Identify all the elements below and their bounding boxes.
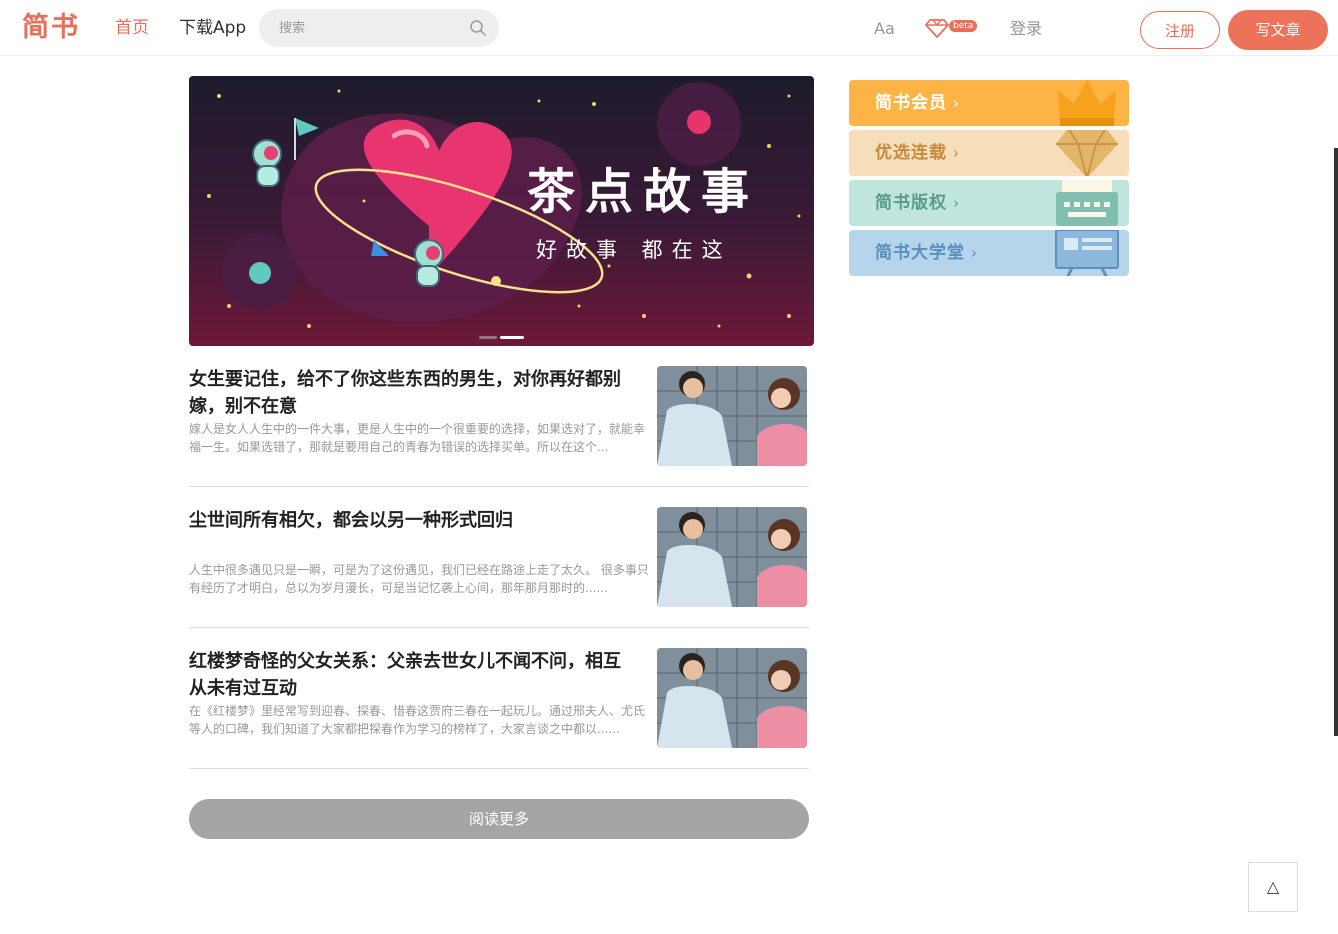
typewriter-icon — [1056, 180, 1118, 226]
banner-title: 茶点故事 — [527, 164, 760, 220]
search-icon[interactable] — [469, 19, 487, 37]
carousel-dot-active[interactable] — [500, 336, 524, 339]
write-article-button[interactable]: 写文章 — [1228, 10, 1328, 50]
beta-diamond-link[interactable]: beta — [925, 17, 981, 39]
carousel-dot[interactable] — [479, 336, 497, 339]
search-input[interactable] — [277, 9, 457, 47]
board-university[interactable]: 简书大学堂 › — [849, 230, 1129, 276]
article-abstract: 人生中很多遇见只是一瞬，可是为了这份遇见，我们已经在路途上走了太久。 很多事只有… — [189, 563, 649, 595]
banner-carousel[interactable]: 茶点故事 好故事 都在这 — [189, 76, 814, 346]
article-abstract: 嫁人是女人人生中的一件大事，更是人生中的一个很重要的选择，如果选对了，就能幸福一… — [189, 422, 646, 454]
board-featured-serial[interactable]: 优选连载 › — [849, 130, 1129, 176]
back-to-top-button[interactable]: △ — [1248, 862, 1298, 912]
presentation-board-icon — [1055, 230, 1119, 276]
article-title[interactable]: 女生要记住，给不了你这些东西的男生，对你再好都别嫁，别不在意 — [189, 366, 634, 420]
beta-badge: beta — [949, 20, 978, 32]
article-abstract: 在《红楼梦》里经常写到迎春、探春、惜春这贾府三春在一起玩儿。通过邢夫人、尤氏等人… — [189, 704, 646, 736]
board-label: 简书会员 › — [875, 93, 960, 113]
board-label: 优选连载 › — [875, 143, 960, 163]
read-more-button[interactable]: 阅读更多 — [189, 799, 809, 839]
article-thumbnail[interactable] — [657, 648, 807, 748]
register-button[interactable]: 注册 — [1140, 11, 1220, 49]
article-item: 红楼梦奇怪的父女关系：父亲去世女儿不闻不问，相互从未有过互动 在《红楼梦》里经常… — [189, 648, 809, 769]
search-box — [259, 9, 499, 47]
article-title[interactable]: 尘世间所有相欠，都会以另一种形式回归 — [189, 507, 634, 534]
board-copyright[interactable]: 简书版权 › — [849, 180, 1129, 226]
nav-download-app-link[interactable]: 下载App — [179, 17, 246, 39]
font-size-toggle[interactable]: Aa — [874, 18, 895, 40]
board-label: 简书大学堂 › — [875, 243, 978, 263]
board-jianshu-member[interactable]: 简书会员 › — [849, 80, 1129, 126]
scrollbar[interactable] — [1334, 148, 1338, 736]
login-link[interactable]: 登录 — [1010, 18, 1042, 40]
article-thumbnail[interactable] — [657, 507, 807, 607]
article-item: 女生要记住，给不了你这些东西的男生，对你再好都别嫁，别不在意 嫁人是女人人生中的… — [189, 366, 809, 487]
thumbnail-image — [657, 648, 807, 748]
board-label: 简书版权 › — [875, 193, 960, 213]
nav-home-link[interactable]: 首页 — [115, 17, 149, 39]
article-item: 尘世间所有相欠，都会以另一种形式回归 人生中很多遇见只是一瞬，可是为了这份遇见，… — [189, 507, 809, 628]
top-navbar: 简书 首页 下载App Aa beta 登录 注册 写文章 — [0, 0, 1338, 56]
crown-icon — [1058, 80, 1116, 126]
diamond-icon — [1056, 130, 1118, 176]
diamond-icon — [925, 19, 949, 38]
article-title[interactable]: 红楼梦奇怪的父女关系：父亲去世女儿不闻不问，相互从未有过互动 — [189, 648, 634, 702]
jianshu-logo[interactable]: 简书 — [22, 10, 80, 46]
article-thumbnail[interactable] — [657, 366, 807, 466]
thumbnail-image — [657, 366, 807, 466]
thumbnail-image — [657, 507, 807, 607]
banner-subtitle: 好故事 都在这 — [536, 238, 732, 262]
